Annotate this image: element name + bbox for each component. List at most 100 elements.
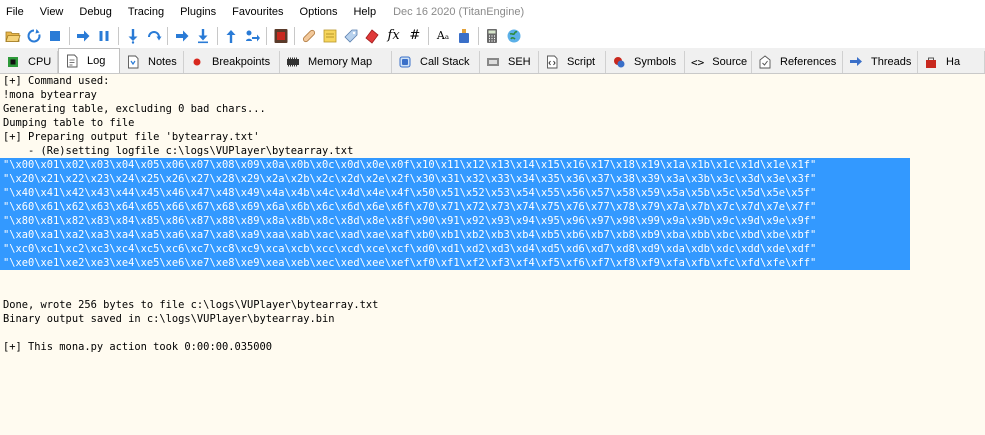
call-stack-icon xyxy=(398,55,412,69)
label-icon[interactable] xyxy=(343,28,359,44)
close-icon[interactable] xyxy=(47,28,63,44)
log-line-blank xyxy=(0,326,985,340)
menu-options[interactable]: Options xyxy=(293,6,347,18)
bookmark-icon[interactable] xyxy=(364,28,380,44)
tab-bar: CPU Log Notes Breakpoints Memory Map Cal… xyxy=(0,48,985,74)
tab-threads[interactable]: Threads xyxy=(843,51,918,73)
tab-log-label: Log xyxy=(87,55,106,67)
tab-notes[interactable]: Notes xyxy=(120,51,184,73)
log-line: [+] Preparing output file 'bytearray.txt… xyxy=(3,131,260,143)
breakpoint-icon xyxy=(190,55,204,69)
tab-handles[interactable]: Ha xyxy=(918,51,985,73)
tab-cpu[interactable]: CPU xyxy=(0,51,58,73)
log-line: - (Re)setting logfile c:\logs\VUPlayer\b… xyxy=(3,145,354,157)
function-icon[interactable]: fx xyxy=(386,28,402,44)
log-icon xyxy=(65,54,79,68)
toolbar-separator xyxy=(117,27,119,45)
toolbar-separator xyxy=(266,27,268,45)
menu-debug[interactable]: Debug xyxy=(72,6,120,18)
tab-memory-map-label: Memory Map xyxy=(308,56,373,68)
tab-threads-label: Threads xyxy=(871,56,912,68)
tab-source-label: Source xyxy=(712,56,748,68)
toolbar: fx # Aₐ xyxy=(0,24,985,48)
log-line-selected[interactable]: "\x80\x81\x82\x83\x84\x85\x86\x87\x88\x8… xyxy=(0,214,910,228)
tab-references[interactable]: References xyxy=(752,51,843,73)
globe-icon[interactable] xyxy=(506,28,522,44)
log-line: Generating table, excluding 0 bad chars.… xyxy=(3,103,266,115)
log-line: Dumping table to file xyxy=(3,117,135,129)
menu-tracing[interactable]: Tracing xyxy=(121,6,173,18)
seh-icon xyxy=(486,55,500,69)
log-line-selected[interactable]: "\x60\x61\x62\x63\x64\x65\x66\x67\x68\x6… xyxy=(0,200,910,214)
log-line-blank xyxy=(0,284,985,298)
menu-help[interactable]: Help xyxy=(346,6,385,18)
tab-seh-label: SEH xyxy=(508,56,531,68)
tab-symbols-label: Symbols xyxy=(634,56,677,68)
scylla-icon[interactable] xyxy=(273,28,289,44)
patch-icon[interactable] xyxy=(301,28,317,44)
toolbar-separator xyxy=(294,27,296,45)
comment-icon[interactable] xyxy=(322,28,338,44)
log-line: [+] Command used: xyxy=(3,75,110,87)
toolbar-separator xyxy=(216,27,218,45)
script-icon xyxy=(545,55,559,69)
cpu-icon xyxy=(6,55,20,69)
log-line-blank xyxy=(0,270,985,284)
tab-handles-label: Ha xyxy=(946,56,961,68)
log-line: !mona bytearray xyxy=(3,89,97,101)
log-view[interactable]: [+] Command used: !mona bytearray Genera… xyxy=(0,74,985,435)
log-line-selected[interactable]: "\xc0\xc1\xc2\xc3\xc4\xc5\xc6\xc7\xc8\xc… xyxy=(0,242,910,256)
log-line: [+] This mona.py action took 0:00:00.035… xyxy=(3,341,272,353)
tab-call-stack-label: Call Stack xyxy=(420,56,470,68)
tab-call-stack[interactable]: Call Stack xyxy=(392,51,480,73)
tab-cpu-label: CPU xyxy=(28,56,52,68)
menu-plugins[interactable]: Plugins xyxy=(173,6,225,18)
trace-over-icon[interactable] xyxy=(195,28,211,44)
run-icon[interactable] xyxy=(75,28,91,44)
strings-icon[interactable]: Aₐ xyxy=(435,28,451,44)
threads-icon xyxy=(849,55,863,69)
menu-file[interactable]: File xyxy=(0,6,33,18)
log-line-selected[interactable]: "\x00\x01\x02\x03\x04\x05\x06\x07\x08\x0… xyxy=(0,158,910,172)
tab-memory-map[interactable]: Memory Map xyxy=(280,51,392,73)
script-bottle-icon[interactable] xyxy=(456,28,472,44)
menu-bar: File View Debug Tracing Plugins Favourit… xyxy=(0,0,985,24)
pause-icon[interactable] xyxy=(96,28,112,44)
log-line: Binary output saved in c:\logs\VUPlayer\… xyxy=(3,313,335,325)
tab-log[interactable]: Log xyxy=(58,48,120,73)
run-to-user-code-icon[interactable] xyxy=(244,28,261,44)
step-into-icon[interactable] xyxy=(125,28,141,44)
log-line: Done, wrote 256 bytes to file c:\logs\VU… xyxy=(3,299,379,311)
toolbar-separator xyxy=(68,27,70,45)
references-icon xyxy=(758,55,772,69)
toolbar-separator xyxy=(477,27,479,45)
notes-icon xyxy=(126,55,140,69)
menu-view[interactable]: View xyxy=(33,6,73,18)
log-line-selected[interactable]: "\x20\x21\x22\x23\x24\x25\x26\x27\x28\x2… xyxy=(0,172,910,186)
handles-icon xyxy=(924,55,938,69)
tab-seh[interactable]: SEH xyxy=(480,51,539,73)
calculator-icon[interactable] xyxy=(484,28,500,44)
toolbar-separator xyxy=(167,27,169,45)
tab-symbols[interactable]: Symbols xyxy=(606,51,685,73)
source-icon: <> xyxy=(691,55,705,69)
menu-favourites[interactable]: Favourites xyxy=(225,6,292,18)
execute-till-return-icon[interactable] xyxy=(223,28,239,44)
log-line-selected[interactable]: "\x40\x41\x42\x43\x44\x45\x46\x47\x48\x4… xyxy=(0,186,910,200)
step-over-icon[interactable] xyxy=(146,28,162,44)
memory-map-icon xyxy=(286,55,300,69)
tab-source[interactable]: <> Source xyxy=(685,51,752,73)
hash-icon[interactable]: # xyxy=(407,28,423,44)
trace-into-icon[interactable] xyxy=(174,28,190,44)
restart-icon[interactable] xyxy=(26,28,42,44)
tab-breakpoints-label: Breakpoints xyxy=(212,56,271,68)
log-line-selected[interactable]: "\xe0\xe1\xe2\xe3\xe4\xe5\xe6\xe7\xe8\xe… xyxy=(0,256,910,270)
open-icon[interactable] xyxy=(5,28,21,44)
symbols-icon xyxy=(612,55,626,69)
tab-notes-label: Notes xyxy=(148,56,177,68)
tab-references-label: References xyxy=(780,56,837,68)
tab-script[interactable]: Script xyxy=(539,51,606,73)
log-line-selected[interactable]: "\xa0\xa1\xa2\xa3\xa4\xa5\xa6\xa7\xa8\xa… xyxy=(0,228,910,242)
build-info: Dec 16 2020 (TitanEngine) xyxy=(393,6,525,18)
tab-breakpoints[interactable]: Breakpoints xyxy=(184,51,280,73)
